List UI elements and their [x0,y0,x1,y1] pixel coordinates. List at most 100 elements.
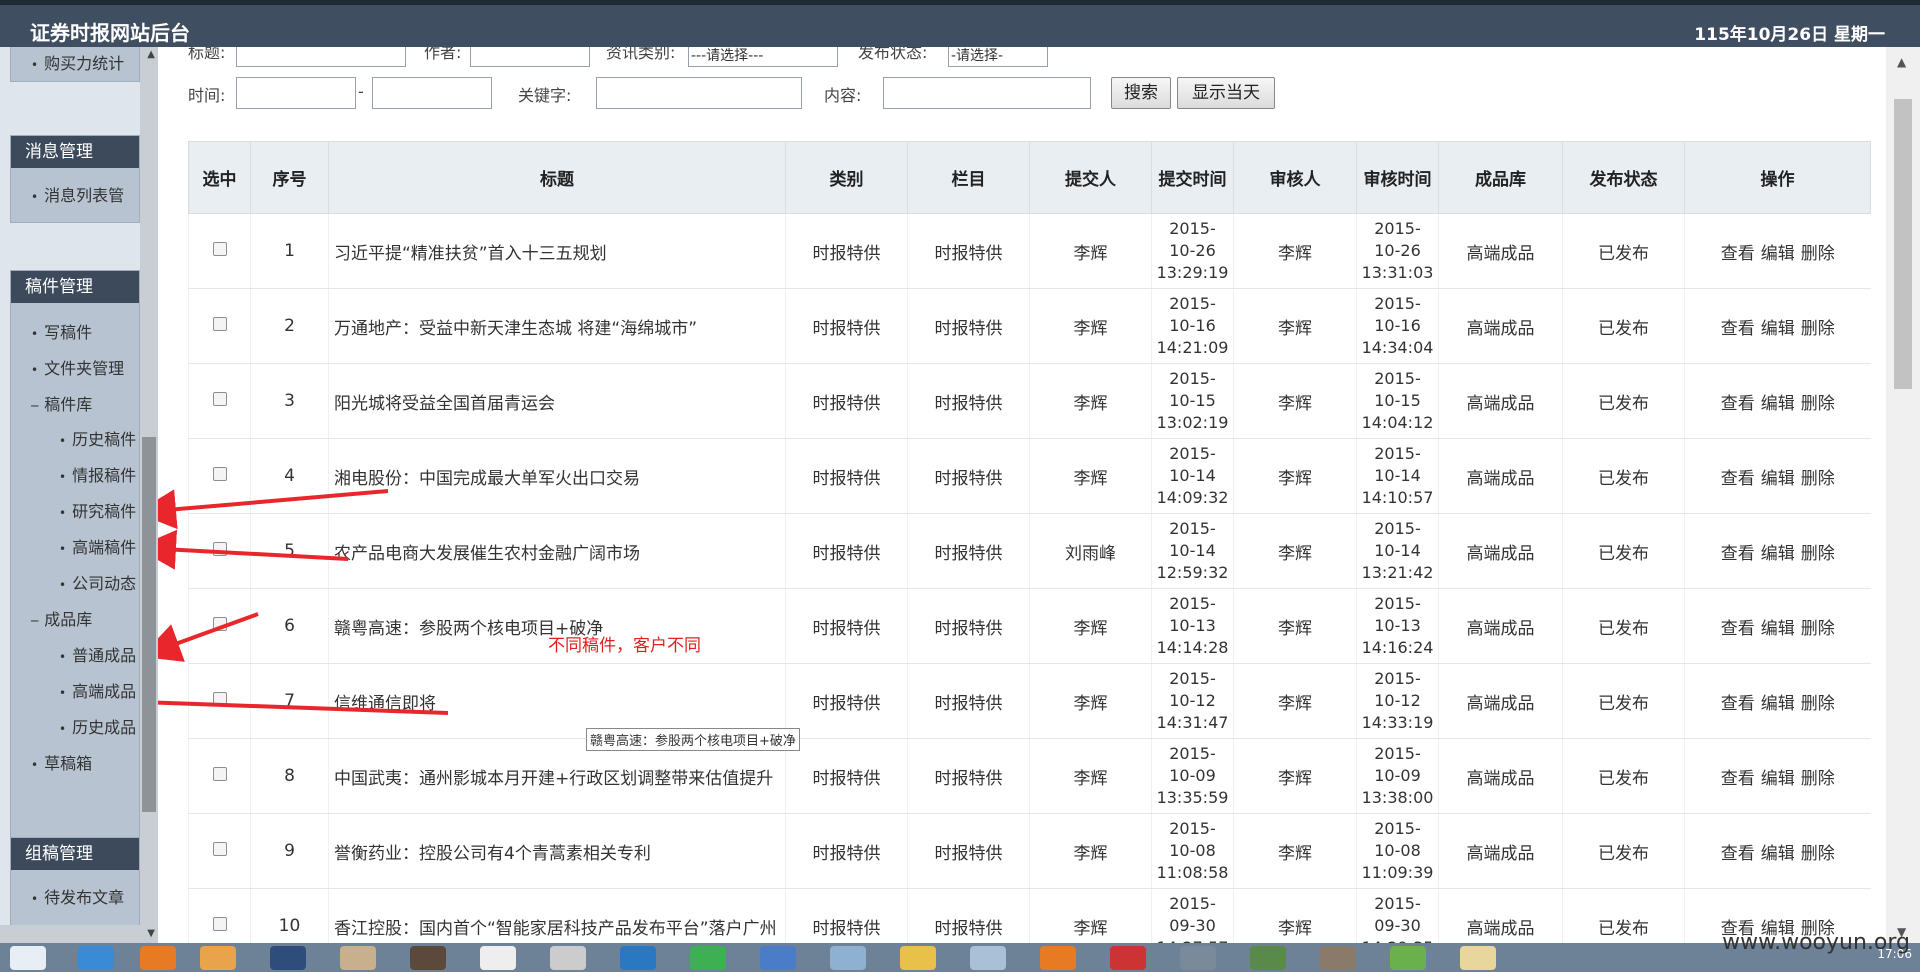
delete-link[interactable]: 删除 [1801,394,1835,414]
sidebar-item-write[interactable]: • 写稿件 [31,319,92,343]
row-submit-time: 2015- 10-12 14:31:47 [1151,663,1234,739]
row-submitter: 李辉 [1029,288,1152,364]
app-icon[interactable] [550,946,586,970]
sidebar-item-product-library[interactable]: ─ 成品库 [31,606,92,630]
search-button[interactable]: 搜索 [1111,77,1171,109]
view-link[interactable]: 查看 [1721,469,1755,489]
app-icon[interactable] [830,946,866,970]
app-icon[interactable] [690,946,726,970]
row-review-time: 2015-09-3014:29:35 [1356,888,1439,943]
delete-link[interactable]: 删除 [1801,469,1835,489]
view-link[interactable]: 查看 [1721,394,1755,414]
delete-link[interactable]: 删除 [1801,544,1835,564]
firefox-icon[interactable] [140,946,176,970]
sidebar-item-premium-products[interactable]: • 高端成品 [59,678,136,702]
app-icon[interactable] [200,946,236,970]
edit-link[interactable]: 编辑 [1761,469,1795,489]
view-link[interactable]: 查看 [1721,844,1755,864]
view-link[interactable]: 查看 [1721,244,1755,264]
sidebar-item-purchase-stats[interactable]: • 购买力统计 [31,50,124,74]
app-icon[interactable] [1390,946,1426,970]
keyword-input[interactable] [596,77,802,109]
sidebar-item-pending-articles[interactable]: • 待发布文章 [31,884,124,908]
row-reviewer: 李辉 [1233,363,1357,439]
sidebar-item-premium-drafts[interactable]: • 高端稿件 [59,534,136,558]
page-scroll-thumb[interactable] [1894,99,1912,389]
edit-link[interactable]: 编辑 [1761,394,1795,414]
firefox-icon[interactable] [1040,946,1076,970]
sidebar-item-folder[interactable]: • 文件夹管理 [31,355,124,379]
app-header: 证券时报网站后台 115年10月26日 星期一 [0,0,1920,47]
content-input[interactable] [883,77,1091,109]
sidebar-item-company-news[interactable]: • 公司动态 [59,570,136,594]
row-reviewer: 李辉 [1233,813,1357,889]
app-icon[interactable] [480,946,516,970]
sidebar-item-draft-box[interactable]: • 草稿箱 [31,750,92,774]
sidebar-item-research-drafts[interactable]: • 研究稿件 [59,498,136,522]
status-select[interactable]: -请选择- [948,47,1048,67]
edit-link[interactable]: 编辑 [1761,319,1795,339]
app-icon[interactable] [970,946,1006,970]
delete-link[interactable]: 删除 [1801,319,1835,339]
row-operations: 查看 编辑 删除 [1684,513,1871,589]
scroll-down-icon[interactable]: ▼ [147,928,155,939]
app-icon[interactable] [760,946,796,970]
edit-link[interactable]: 编辑 [1761,769,1795,789]
sidebar-item-library[interactable]: ─ 稿件库 [31,391,92,415]
row-operations: 查看 编辑 删除 [1684,813,1871,889]
edit-link[interactable]: 编辑 [1761,244,1795,264]
delete-link[interactable]: 删除 [1801,844,1835,864]
header-submit-time: 提交时间 [1151,141,1234,214]
ie-icon[interactable] [78,946,114,970]
sidebar-group-title[interactable]: 消息管理 [11,136,139,168]
page-scrollbar[interactable]: ▲ ▼ [1886,47,1920,943]
edit-link[interactable]: 编辑 [1761,844,1795,864]
sidebar-item-history-drafts[interactable]: • 历史稿件 [59,426,136,450]
edit-link[interactable]: 编辑 [1761,694,1795,714]
sidebar-item-intel-drafts[interactable]: • 情报稿件 [59,462,136,486]
start-button-icon[interactable] [10,946,46,970]
sidebar-group-title[interactable]: 组稿管理 [11,838,139,870]
row-reviewer: 李辉 [1233,213,1357,289]
delete-link[interactable]: 删除 [1801,244,1835,264]
delete-link[interactable]: 删除 [1801,769,1835,789]
app-icon[interactable] [620,946,656,970]
main-content: 标题: 作者: 资讯类别: ---请选择--- 发布状态: -请选择- 时间: … [158,47,1886,943]
sidebar-group-title[interactable]: 稿件管理 [11,271,139,303]
app-icon[interactable] [270,946,306,970]
delete-link[interactable]: 删除 [1801,694,1835,714]
type-select[interactable]: ---请选择--- [688,47,838,67]
show-today-button[interactable]: 显示当天 [1177,77,1275,109]
arrow-research [158,489,389,530]
row-reviewer: 李辉 [1233,288,1357,364]
row-reviewer: 李辉 [1233,888,1357,943]
row-submitter: 李辉 [1029,588,1152,664]
view-link[interactable]: 查看 [1721,619,1755,639]
edit-link[interactable]: 编辑 [1761,619,1795,639]
scroll-up-icon[interactable]: ▲ [1897,55,1906,69]
app-icon[interactable] [340,946,376,970]
sidebar-horizontal-scrollbar[interactable] [0,925,140,943]
edit-link[interactable]: 编辑 [1761,544,1795,564]
sidebar-item-message-list[interactable]: • 消息列表管 [31,182,124,206]
sidebar-item-history-products[interactable]: • 历史成品 [59,714,136,738]
view-link[interactable]: 查看 [1721,319,1755,339]
row-category: 时报特供 [785,663,908,739]
ftp-icon[interactable] [900,946,936,970]
view-link[interactable]: 查看 [1721,769,1755,789]
sidebar-scrollbar[interactable]: ▲ ▼ [140,47,158,943]
sidebar-item-normal-products[interactable]: • 普通成品 [59,642,136,666]
row-publish-status: 已发布 [1562,438,1685,514]
app-icon[interactable] [1180,946,1216,970]
scroll-up-icon[interactable]: ▲ [147,49,155,60]
app-icon[interactable] [1110,946,1146,970]
view-link[interactable]: 查看 [1721,694,1755,714]
delete-link[interactable]: 删除 [1801,619,1835,639]
app-icon[interactable] [1250,946,1286,970]
app-icon[interactable] [1320,946,1356,970]
app-icon[interactable] [410,946,446,970]
row-review-time: 2015- 10-08 11:09:39 [1356,813,1439,889]
folder-icon[interactable] [1460,946,1496,970]
sidebar-scroll-thumb[interactable] [142,437,156,812]
view-link[interactable]: 查看 [1721,544,1755,564]
